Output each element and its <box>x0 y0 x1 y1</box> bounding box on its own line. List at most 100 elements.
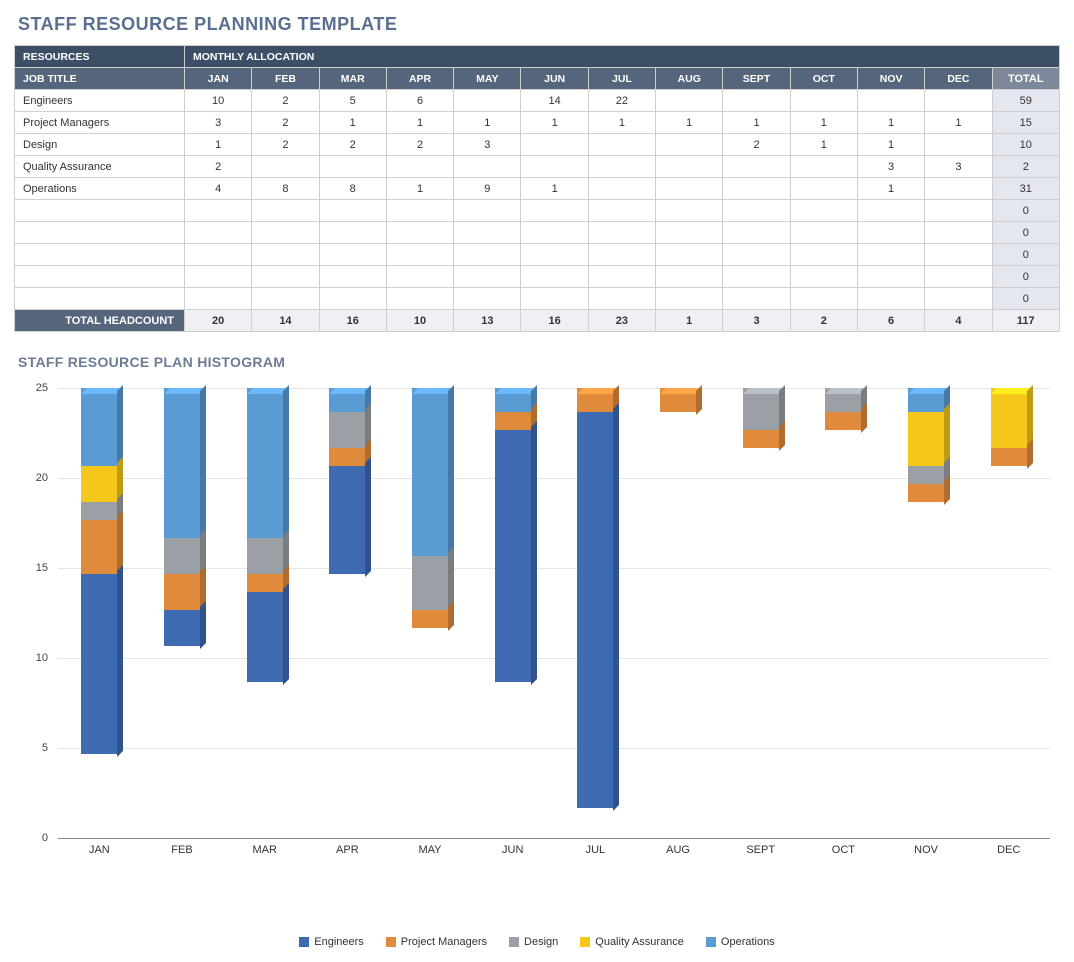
table-row: 0 <box>15 222 1060 244</box>
allocation-cell <box>656 156 723 178</box>
allocation-cell <box>656 288 723 310</box>
allocation-cell <box>454 288 521 310</box>
table-row: Engineers10256142259 <box>15 90 1060 112</box>
allocation-cell <box>925 288 992 310</box>
x-tick-label: NOV <box>885 844 968 856</box>
allocation-cell: 1 <box>857 112 924 134</box>
allocation-cell: 1 <box>454 112 521 134</box>
allocation-cell <box>857 200 924 222</box>
y-tick-label: 25 <box>14 382 48 394</box>
x-tick-label: JUL <box>554 844 637 856</box>
allocation-cell: 1 <box>857 178 924 200</box>
allocation-cell: 1 <box>857 134 924 156</box>
allocation-cell: 1 <box>925 112 992 134</box>
allocation-cell: 1 <box>185 134 252 156</box>
grand-total-cell: 117 <box>992 310 1059 332</box>
allocation-cell <box>656 178 723 200</box>
allocation-table: RESOURCES MONTHLY ALLOCATION JOB TITLE J… <box>14 45 1060 332</box>
allocation-cell: 4 <box>185 178 252 200</box>
table-row: Design1222321110 <box>15 134 1060 156</box>
legend-label: Design <box>524 936 558 948</box>
column-total-cell: 13 <box>454 310 521 332</box>
bar-stack <box>247 388 283 682</box>
histogram-chart: 0510152025 JANFEBMARAPRMAYJUNJULAUGSEPTO… <box>14 378 1060 888</box>
total-headcount-label: TOTAL HEADCOUNT <box>15 310 185 332</box>
legend-swatch <box>299 937 309 947</box>
chart-column <box>141 388 224 838</box>
allocation-cell <box>588 244 655 266</box>
month-header: JUL <box>588 68 655 90</box>
x-tick-label: FEB <box>141 844 224 856</box>
x-tick-label: DEC <box>967 844 1050 856</box>
x-tick-label: APR <box>306 844 389 856</box>
jobtitle-header: JOB TITLE <box>15 68 185 90</box>
bar-segment <box>991 394 1027 448</box>
x-tick-label: SEPT <box>719 844 802 856</box>
bar-stack <box>825 388 861 430</box>
allocation-cell <box>454 222 521 244</box>
month-header: MAR <box>319 68 386 90</box>
month-header: JUN <box>521 68 588 90</box>
allocation-cell <box>252 222 319 244</box>
bar-segment <box>164 610 200 646</box>
allocation-cell <box>790 244 857 266</box>
chart-column <box>389 388 472 838</box>
bar-segment <box>660 394 696 412</box>
job-title-cell: Engineers <box>15 90 185 112</box>
bar-segment <box>908 412 944 466</box>
bar-segment <box>495 394 531 412</box>
allocation-cell <box>454 244 521 266</box>
allocation-cell <box>386 244 453 266</box>
column-total-cell: 20 <box>185 310 252 332</box>
allocation-cell <box>925 244 992 266</box>
allocation-cell <box>925 266 992 288</box>
bar-segment <box>412 394 448 556</box>
y-tick-label: 10 <box>14 652 48 664</box>
allocation-header: MONTHLY ALLOCATION <box>185 46 1060 68</box>
allocation-cell: 2 <box>252 90 319 112</box>
column-total-cell: 2 <box>790 310 857 332</box>
bar-segment <box>495 412 531 430</box>
bar-stack <box>329 388 365 574</box>
allocation-cell <box>790 90 857 112</box>
allocation-cell <box>723 266 790 288</box>
legend-item: Project Managers <box>386 936 487 948</box>
allocation-cell <box>588 288 655 310</box>
bar-segment <box>825 394 861 412</box>
allocation-cell <box>521 266 588 288</box>
allocation-cell <box>723 178 790 200</box>
allocation-cell <box>588 222 655 244</box>
allocation-cell: 8 <box>319 178 386 200</box>
legend-label: Engineers <box>314 936 364 948</box>
allocation-cell <box>656 200 723 222</box>
bar-segment <box>247 574 283 592</box>
month-header: FEB <box>252 68 319 90</box>
allocation-cell <box>656 244 723 266</box>
month-header: MAY <box>454 68 521 90</box>
bar-segment <box>329 448 365 466</box>
resources-header: RESOURCES <box>15 46 185 68</box>
bar-segment <box>908 394 944 412</box>
allocation-cell <box>925 90 992 112</box>
chart-column <box>967 388 1050 838</box>
allocation-cell <box>252 244 319 266</box>
bar-stack <box>908 388 944 502</box>
job-title-cell: Project Managers <box>15 112 185 134</box>
bar-stack <box>412 388 448 628</box>
column-total-cell: 3 <box>723 310 790 332</box>
allocation-cell <box>857 288 924 310</box>
table-row: 0 <box>15 244 1060 266</box>
legend-item: Engineers <box>299 936 364 948</box>
job-title-cell <box>15 222 185 244</box>
row-total-cell: 0 <box>992 222 1059 244</box>
allocation-cell: 2 <box>185 156 252 178</box>
allocation-cell <box>319 244 386 266</box>
allocation-cell: 1 <box>521 112 588 134</box>
job-title-cell: Quality Assurance <box>15 156 185 178</box>
x-tick-label: JUN <box>471 844 554 856</box>
month-header: OCT <box>790 68 857 90</box>
allocation-cell <box>588 200 655 222</box>
allocation-cell: 1 <box>319 112 386 134</box>
table-row: 0 <box>15 200 1060 222</box>
allocation-cell: 1 <box>386 178 453 200</box>
